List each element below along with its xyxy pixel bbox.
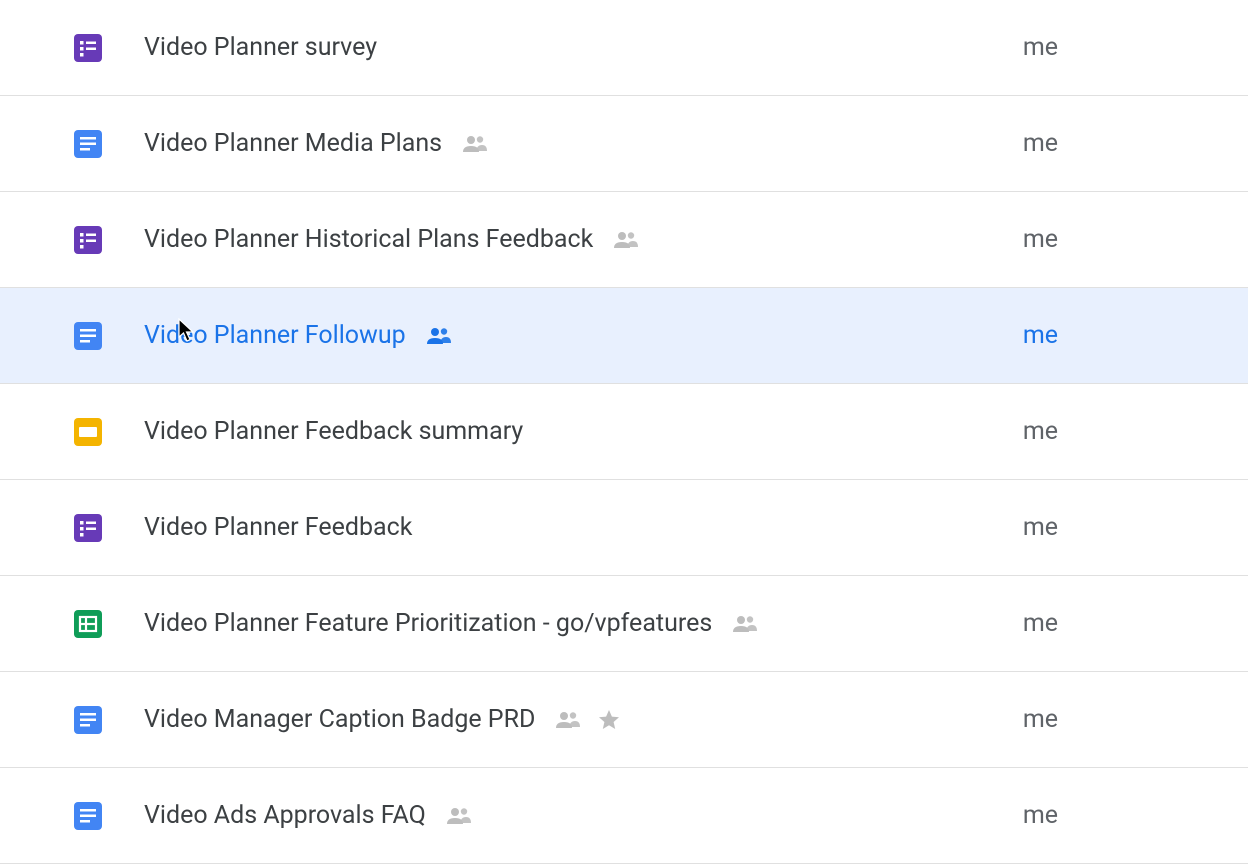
shared-icon <box>611 230 641 250</box>
forms-file-icon <box>72 224 104 256</box>
file-name: Video Planner Followup <box>144 321 406 350</box>
file-name-wrap: Video Planner Media Plans <box>144 129 490 158</box>
shared-icon <box>730 614 760 634</box>
file-row[interactable]: Video Planner Media Plans me <box>0 96 1248 192</box>
file-row[interactable]: Video Manager Caption Badge PRD me <box>0 672 1248 768</box>
file-owner: me <box>1023 705 1218 734</box>
file-name-wrap: Video Planner Historical Plans Feedback <box>144 225 641 254</box>
forms-file-icon <box>72 32 104 64</box>
forms-file-icon <box>72 512 104 544</box>
file-row[interactable]: Video Planner survey me <box>0 0 1248 96</box>
file-name-wrap: Video Planner Feedback <box>144 513 412 542</box>
file-row[interactable]: Video Planner Feature Prioritization - g… <box>0 576 1248 672</box>
file-owner: me <box>1023 801 1218 830</box>
file-list: Video Planner survey me Video Planner Med… <box>0 0 1248 864</box>
file-owner: me <box>1023 321 1218 350</box>
file-owner: me <box>1023 609 1218 638</box>
file-row[interactable]: Video Planner Followup me <box>0 288 1248 384</box>
file-name: Video Ads Approvals FAQ <box>144 801 426 830</box>
file-name-wrap: Video Planner Followup <box>144 321 454 350</box>
file-row[interactable]: Video Ads Approvals FAQ me <box>0 768 1248 864</box>
star-icon <box>597 708 621 732</box>
file-owner: me <box>1023 225 1218 254</box>
docs-file-icon <box>72 704 104 736</box>
file-name: Video Planner Feedback summary <box>144 417 523 446</box>
sheets-file-icon <box>72 608 104 640</box>
file-owner: me <box>1023 33 1218 62</box>
file-name-wrap: Video Planner Feature Prioritization - g… <box>144 609 760 638</box>
shared-icon <box>460 134 490 154</box>
file-name-wrap: Video Manager Caption Badge PRD <box>144 705 621 734</box>
file-name: Video Planner Media Plans <box>144 129 442 158</box>
docs-file-icon <box>72 320 104 352</box>
file-owner: me <box>1023 513 1218 542</box>
shared-icon <box>444 806 474 826</box>
file-name: Video Planner Feature Prioritization - g… <box>144 609 712 638</box>
file-name: Video Planner Historical Plans Feedback <box>144 225 593 254</box>
docs-file-icon <box>72 800 104 832</box>
file-name-wrap: Video Planner Feedback summary <box>144 417 523 446</box>
file-name: Video Planner Feedback <box>144 513 412 542</box>
file-owner: me <box>1023 417 1218 446</box>
file-row[interactable]: Video Planner Feedback summary me <box>0 384 1248 480</box>
file-name: Video Planner survey <box>144 33 377 62</box>
file-name: Video Manager Caption Badge PRD <box>144 705 535 734</box>
file-row[interactable]: Video Planner Historical Plans Feedback … <box>0 192 1248 288</box>
docs-file-icon <box>72 128 104 160</box>
shared-icon <box>553 710 583 730</box>
shared-icon <box>424 326 454 346</box>
file-name-wrap: Video Planner survey <box>144 33 377 62</box>
file-row[interactable]: Video Planner Feedback me <box>0 480 1248 576</box>
slides-file-icon <box>72 416 104 448</box>
file-name-wrap: Video Ads Approvals FAQ <box>144 801 474 830</box>
file-owner: me <box>1023 129 1218 158</box>
